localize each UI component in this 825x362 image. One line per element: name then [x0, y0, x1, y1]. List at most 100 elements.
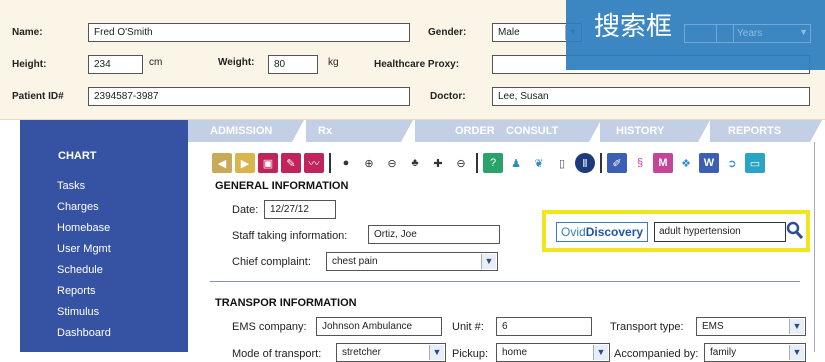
- transport-type-select[interactable]: EMS ▼: [696, 317, 806, 336]
- sidebar-item-stimulus[interactable]: Stimulus: [57, 306, 99, 318]
- sidebar-heading: CHART: [58, 150, 97, 162]
- chief-complaint-value: chest pain: [332, 256, 378, 267]
- ems-label: EMS company:: [232, 321, 307, 333]
- gender-label: Gender:: [428, 27, 467, 38]
- monitor-icon[interactable]: ▭: [745, 153, 765, 173]
- m-icon[interactable]: M: [653, 153, 673, 173]
- ems-field[interactable]: Johnson Ambulance: [316, 317, 442, 336]
- zoom-icon[interactable]: ⊕: [359, 153, 379, 173]
- chevron-down-icon: ▼: [481, 254, 496, 269]
- sidebar-item-dashboard[interactable]: Dashboard: [57, 327, 111, 339]
- arrow-left-icon[interactable]: ◀: [212, 153, 232, 173]
- chevron-down-icon: ▼: [429, 345, 444, 360]
- sidebar-item-reports[interactable]: Reports: [57, 285, 96, 297]
- toolbar-divider: [329, 153, 331, 173]
- chevron-down-icon: ▼: [789, 319, 804, 334]
- tab-label: CONSULT: [506, 125, 559, 137]
- staff-label: Staff taking information:: [232, 230, 348, 242]
- logo-discovery: Discovery: [585, 225, 644, 239]
- w-icon[interactable]: W: [699, 153, 719, 173]
- sidebar-item-schedule[interactable]: Schedule: [57, 264, 103, 276]
- mode-value: stretcher: [342, 347, 381, 358]
- people-icon[interactable]: ♣: [405, 153, 425, 173]
- pickup-value: home: [502, 347, 528, 358]
- date-field[interactable]: 12/27/12: [264, 200, 336, 219]
- transport-type-value: EMS: [702, 321, 724, 332]
- dna-icon[interactable]: §: [630, 153, 650, 173]
- tab-admission[interactable]: ADMISSION: [188, 120, 304, 142]
- device-icon[interactable]: ▣: [258, 153, 278, 173]
- chart-icon[interactable]: 〰: [304, 153, 324, 173]
- transport-info-heading: TRANSPOR INFORMATION: [215, 297, 357, 309]
- tab-label: Rx: [318, 125, 333, 137]
- toolbar-divider: [476, 153, 478, 173]
- mode-label: Mode of transport:: [232, 348, 322, 360]
- sidebar-item-charges[interactable]: Charges: [57, 201, 99, 213]
- transport-type-label: Transport type:: [610, 321, 684, 333]
- battery-icon[interactable]: ▯: [552, 153, 572, 173]
- bed-icon[interactable]: ⊖: [451, 153, 471, 173]
- chevron-down-icon: ▼: [593, 345, 608, 360]
- tab-bar: ADMISSION Rx ORDERS CONSULT HISTORY REPO…: [188, 120, 825, 142]
- doctor-label: Doctor:: [430, 91, 466, 102]
- stop-icon[interactable]: Ⅱ: [575, 153, 595, 173]
- globe-icon[interactable]: ●: [336, 153, 356, 173]
- height-label: Height:: [12, 59, 47, 70]
- pickup-select[interactable]: home ▼: [496, 343, 610, 362]
- ovid-discovery-logo: OvidDiscovery: [556, 222, 649, 242]
- search-box-caption-overlay: 搜索框 Years ▼: [566, 0, 825, 70]
- unit-label: Unit #:: [452, 321, 484, 333]
- pill-icon[interactable]: ✚: [428, 153, 448, 173]
- arrow-right-icon[interactable]: ▶: [235, 153, 255, 173]
- sidebar-item-homebase[interactable]: Homebase: [57, 222, 110, 234]
- note-icon[interactable]: ✎: [281, 153, 301, 173]
- plug-icon[interactable]: ➲: [722, 153, 742, 173]
- logo-ovid: Ovid: [561, 225, 586, 239]
- pickup-label: Pickup:: [452, 348, 489, 360]
- staff-field[interactable]: Ortiz, Joe: [368, 225, 500, 244]
- accompanied-label: Accompanied by:: [614, 348, 699, 360]
- toolbar: ◀ ▶ ▣ ✎ 〰 ● ⊕ ⊖ ♣ ✚ ⊖ ? ♟ ❦ ▯ Ⅱ ✐ § M ❖ …: [212, 150, 765, 176]
- weight-label: Weight:: [218, 57, 255, 68]
- gender-value: Male: [498, 27, 520, 38]
- tab-label: REPORTS: [728, 125, 782, 137]
- ovid-search-box: OvidDiscovery adult hypertension: [542, 210, 810, 252]
- sidebar-item-tasks[interactable]: Tasks: [57, 180, 85, 192]
- person-icon[interactable]: ♟: [506, 153, 526, 173]
- tab-reports[interactable]: REPORTS: [710, 120, 822, 142]
- accompanied-value: family: [710, 347, 737, 358]
- overlay-title: 搜索框: [594, 11, 673, 41]
- section-divider: [210, 281, 800, 282]
- chevron-down-icon: ▼: [799, 27, 808, 37]
- tab-label: ADMISSION: [210, 125, 273, 137]
- pen-icon[interactable]: ✐: [607, 153, 627, 173]
- chief-complaint-label: Chief complaint:: [232, 256, 311, 268]
- zoom-out-icon[interactable]: ⊖: [382, 153, 402, 173]
- weight-unit: kg: [328, 57, 339, 68]
- mode-select[interactable]: stretcher ▼: [336, 343, 446, 362]
- weight-field[interactable]: 80: [268, 55, 318, 74]
- search-icon[interactable]: [786, 220, 804, 242]
- doctor-field[interactable]: Lee, Susan: [492, 87, 810, 106]
- sidebar: CHART Tasks Charges Homebase User Mgmt S…: [20, 120, 188, 352]
- tab-rx[interactable]: Rx: [306, 120, 413, 142]
- toolbar-divider: [600, 153, 602, 173]
- book-icon[interactable]: ❖: [676, 153, 696, 173]
- chevron-down-icon: ▼: [789, 345, 804, 360]
- name-field[interactable]: Fred O'Smith: [88, 23, 410, 42]
- patient-id-field[interactable]: 2394587-3987: [88, 87, 410, 106]
- help-icon[interactable]: ?: [483, 153, 503, 173]
- height-field[interactable]: 234: [88, 55, 143, 74]
- chief-complaint-select[interactable]: chest pain ▼: [326, 252, 498, 271]
- date-label: Date:: [232, 204, 259, 216]
- search-input[interactable]: adult hypertension: [654, 222, 786, 242]
- unit-field[interactable]: 6: [496, 317, 592, 336]
- tab-history[interactable]: HISTORY: [600, 120, 710, 142]
- proxy-label: Healthcare Proxy:: [374, 59, 460, 70]
- sidebar-item-user-mgmt[interactable]: User Mgmt: [57, 243, 111, 255]
- ghost-select: Years ▼: [716, 24, 811, 43]
- tab-consult[interactable]: CONSULT: [494, 120, 601, 142]
- patient-id-label: Patient ID#: [12, 91, 64, 102]
- accompanied-select[interactable]: family ▼: [704, 343, 806, 362]
- lungs-icon[interactable]: ❦: [529, 153, 549, 173]
